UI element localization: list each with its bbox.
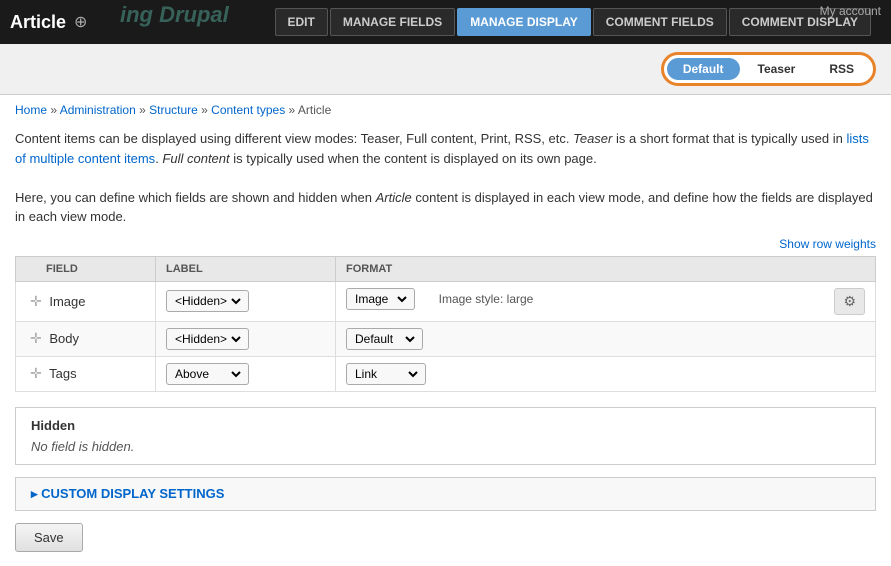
- custom-display-settings-toggle[interactable]: ▸ CUSTOM DISPLAY SETTINGS: [16, 478, 875, 510]
- tab-manage-fields[interactable]: MANAGE FIELDS: [330, 8, 455, 36]
- custom-display-settings: ▸ CUSTOM DISPLAY SETTINGS: [15, 477, 876, 511]
- col-header-label: LABEL: [156, 256, 336, 281]
- format-cell-image: Image Default Image style: large ⚙: [336, 281, 876, 321]
- field-name-body: Body: [49, 331, 79, 346]
- label-cell-image: <Hidden> Above Inline: [156, 281, 336, 321]
- format-cell-tags: Link Plain text: [336, 356, 876, 391]
- breadcrumb-sep4: »: [289, 103, 298, 117]
- no-field-hidden-text: No field is hidden.: [31, 439, 860, 454]
- view-tab-teaser[interactable]: Teaser: [742, 58, 812, 80]
- view-mode-bar: Default Teaser RSS: [0, 44, 891, 95]
- label-cell-tags: Above <Hidden> Inline: [156, 356, 336, 391]
- drag-handle-image[interactable]: ✛: [26, 291, 46, 311]
- main-tab-nav: EDIT MANAGE FIELDS MANAGE DISPLAY COMMEN…: [275, 8, 872, 36]
- tab-edit[interactable]: EDIT: [275, 8, 328, 36]
- fields-table: FIELD LABEL FORMAT ✛ Image <Hidden> Abov…: [15, 256, 876, 392]
- image-style-text: Image style: large: [439, 292, 534, 306]
- my-account-link[interactable]: My account: [820, 4, 881, 18]
- breadcrumb-article: Article: [298, 103, 331, 117]
- table-row: ✛ Image <Hidden> Above Inline: [16, 281, 876, 321]
- col-header-format: FORMAT: [336, 256, 876, 281]
- label-cell-body: <Hidden> Above Inline: [156, 321, 336, 356]
- label-select-tags[interactable]: Above <Hidden> Inline: [166, 363, 249, 385]
- tab-comment-fields[interactable]: COMMENT FIELDS: [593, 8, 727, 36]
- col-header-field: FIELD: [16, 256, 156, 281]
- field-name-tags: Tags: [49, 366, 76, 381]
- description-line2: Here, you can define which fields are sh…: [15, 188, 876, 227]
- description-block: Content items can be displayed using dif…: [15, 129, 876, 227]
- drupal-logo: ing Drupal: [120, 2, 229, 28]
- view-tab-default[interactable]: Default: [667, 58, 740, 80]
- label-select-body[interactable]: <Hidden> Above Inline: [166, 328, 249, 350]
- format-select-tags[interactable]: Link Plain text: [346, 363, 426, 385]
- view-mode-tabs: Default Teaser RSS: [661, 52, 876, 86]
- main-content: Content items can be displayed using dif…: [0, 117, 891, 564]
- breadcrumb-structure[interactable]: Structure: [149, 103, 198, 117]
- breadcrumb-sep3: »: [201, 103, 211, 117]
- label-select-tags-input[interactable]: Above <Hidden> Inline: [171, 366, 244, 382]
- add-icon[interactable]: ⊕: [74, 12, 87, 32]
- format-select-image[interactable]: Image Default: [346, 288, 415, 310]
- breadcrumb-content-types[interactable]: Content types: [211, 103, 285, 117]
- format-cell-body: Default Trimmed: [336, 321, 876, 356]
- save-button[interactable]: Save: [15, 523, 83, 552]
- header-bar: Article ⊕ ing Drupal My account EDIT MAN…: [0, 0, 891, 44]
- drag-handle-tags[interactable]: ✛: [26, 363, 46, 383]
- field-name-image: Image: [49, 294, 85, 309]
- hidden-label: Hidden: [31, 418, 860, 433]
- label-select-body-input[interactable]: <Hidden> Above Inline: [171, 331, 244, 347]
- breadcrumb-sep1: »: [50, 103, 59, 117]
- breadcrumb: Home » Administration » Structure » Cont…: [15, 103, 331, 117]
- hidden-section: Hidden No field is hidden.: [15, 407, 876, 465]
- field-cell-tags: ✛ Tags: [16, 356, 156, 391]
- save-area: Save: [15, 511, 876, 552]
- show-row-weights-link[interactable]: Show row weights: [15, 237, 876, 251]
- format-select-image-input[interactable]: Image Default: [351, 291, 410, 307]
- table-row: ✛ Tags Above <Hidden> Inline: [16, 356, 876, 391]
- field-cell-body: ✛ Body: [16, 321, 156, 356]
- breadcrumb-area: Home » Administration » Structure » Cont…: [0, 95, 891, 117]
- format-select-tags-input[interactable]: Link Plain text: [351, 366, 421, 382]
- description-line1: Content items can be displayed using dif…: [15, 129, 876, 168]
- label-select-image-input[interactable]: <Hidden> Above Inline: [171, 293, 244, 309]
- format-select-body[interactable]: Default Trimmed: [346, 328, 423, 350]
- breadcrumb-administration[interactable]: Administration: [60, 103, 136, 117]
- view-tab-rss[interactable]: RSS: [813, 58, 870, 80]
- format-select-body-input[interactable]: Default Trimmed: [351, 331, 418, 347]
- breadcrumb-home[interactable]: Home: [15, 103, 47, 117]
- page-title: Article: [10, 12, 66, 33]
- drag-handle-body[interactable]: ✛: [26, 328, 46, 348]
- custom-settings-label: ▸ CUSTOM DISPLAY SETTINGS: [31, 486, 224, 502]
- field-cell-image: ✛ Image: [16, 281, 156, 321]
- breadcrumb-sep2: »: [139, 103, 149, 117]
- tab-manage-display[interactable]: MANAGE DISPLAY: [457, 8, 591, 36]
- table-row: ✛ Body <Hidden> Above Inline: [16, 321, 876, 356]
- gear-button-image[interactable]: ⚙: [834, 288, 865, 315]
- label-select-image[interactable]: <Hidden> Above Inline: [166, 290, 249, 312]
